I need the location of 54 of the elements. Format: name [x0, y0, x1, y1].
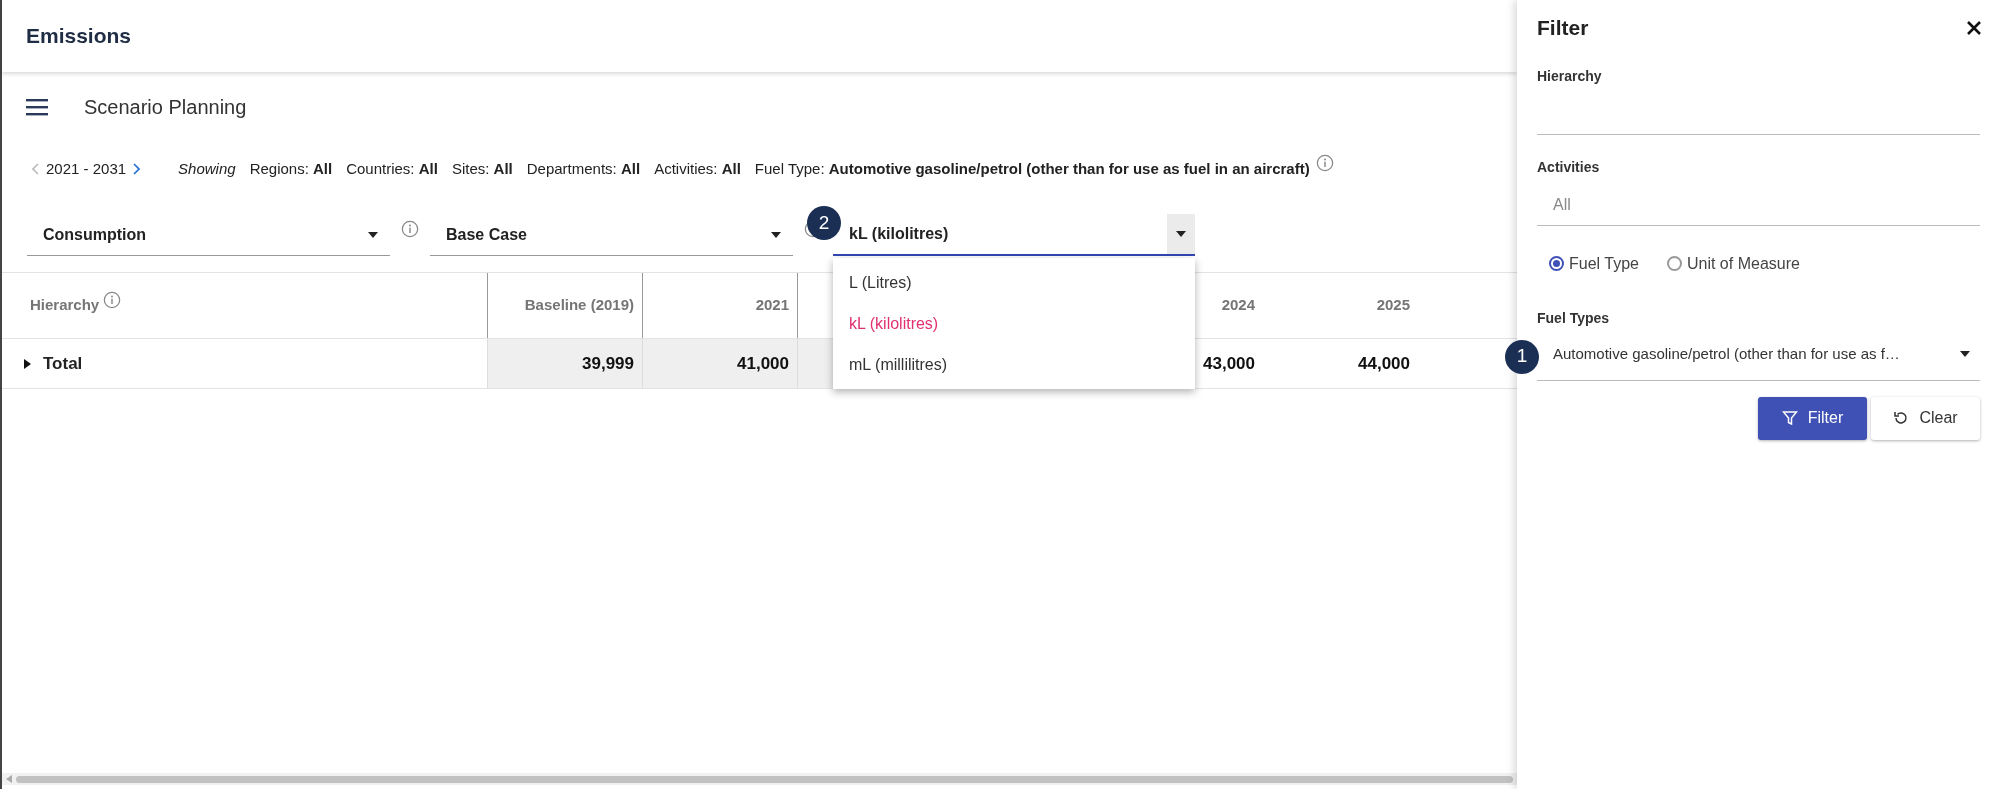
menu-icon[interactable]	[26, 98, 48, 116]
select-field[interactable]: Base Case	[430, 214, 793, 256]
column-header: 2024	[1220, 295, 1256, 316]
table-cell: 41,000	[643, 339, 798, 388]
filter-summary: Fuel Type: Automotive gasoline/petrol (other than for use as fuel in an aircraft)	[754, 158, 1310, 179]
unit-select[interactable]: kL (kilolitres)	[833, 214, 1195, 256]
info-icon	[103, 290, 122, 309]
column-header: Hierarchy	[2, 273, 488, 338]
table-cell-text: 43,000	[1202, 352, 1256, 375]
page-title: Emissions	[26, 23, 132, 50]
text-field[interactable]: All	[1537, 177, 1980, 226]
caret-icon	[1176, 231, 1186, 237]
step-badge: 2	[807, 206, 841, 240]
column-header: 2021	[643, 273, 798, 338]
horizontal-scrollbar[interactable]	[2, 773, 1517, 785]
clear-button[interactable]: Clear	[1871, 396, 1980, 440]
radio-icon[interactable]	[1549, 256, 1564, 271]
chevron-right-icon[interactable]	[132, 163, 141, 175]
info-icon	[1315, 154, 1334, 172]
filter-summary: Sites: All	[451, 158, 513, 179]
column-header: 2025	[1375, 295, 1411, 316]
filter-summary: Activities: All	[654, 158, 741, 179]
table-cell: 39,999	[488, 339, 643, 388]
close-icon[interactable]	[1966, 19, 1982, 36]
step-badge: 1	[1505, 339, 1539, 374]
filter-summary: Regions: All	[249, 158, 333, 179]
filter-summary: Departments: All	[526, 158, 641, 179]
field-label: Fuel Types	[1537, 308, 1611, 328]
caret-icon	[1960, 351, 1970, 357]
dropdown-option[interactable]: kL (kilolitres)	[833, 303, 1195, 344]
radio-option[interactable]: Unit of Measure	[1666, 251, 1800, 276]
table-cell-text: 44,000	[1357, 352, 1411, 375]
filter-summary: Countries: All	[346, 158, 438, 179]
period-range: 2021 - 2031	[46, 158, 127, 179]
caret-icon	[368, 231, 378, 238]
expand-icon[interactable]	[24, 358, 31, 369]
info-icon	[401, 220, 419, 238]
filter-button[interactable]: Filter	[1758, 396, 1867, 440]
undo-icon	[1893, 410, 1910, 426]
dropdown-option[interactable]: L (Litres)	[833, 262, 1195, 303]
select-field[interactable]: Consumption	[27, 214, 390, 256]
radio-option[interactable]: Fuel Type	[1549, 251, 1639, 276]
field-label: Activities	[1537, 157, 1601, 177]
dropdown-option[interactable]: mL (millilitres)	[833, 344, 1195, 385]
showing-label: Showing	[178, 158, 236, 179]
dropdown-button[interactable]	[1167, 214, 1195, 254]
radio-icon[interactable]	[1666, 256, 1682, 271]
column-header: Baseline (2019)	[488, 273, 643, 338]
section-title: Scenario Planning	[84, 95, 247, 120]
funnel-icon	[1781, 410, 1798, 426]
field-label: Hierarchy	[1537, 66, 1603, 86]
caret-icon	[771, 231, 781, 238]
fuel-type-select[interactable]: Automotive gasoline/petrol (other than for use as f…	[1537, 328, 1980, 381]
panel-title: Filter	[1537, 15, 1589, 41]
